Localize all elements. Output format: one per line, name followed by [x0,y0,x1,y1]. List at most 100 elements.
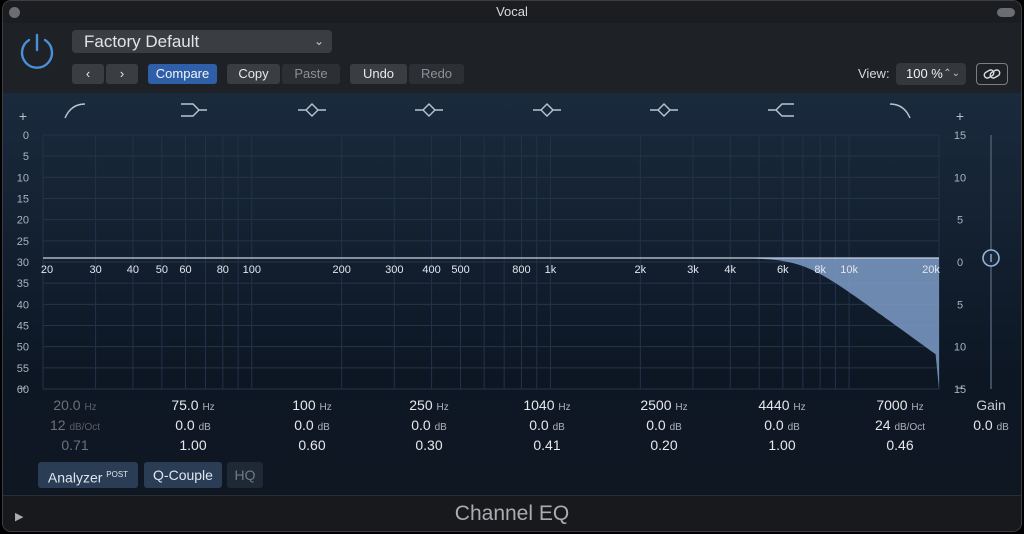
band-q-field[interactable]: 1.00 [138,435,248,455]
band-frequency-field-unit: Hz [675,402,688,413]
copy-button[interactable]: Copy [227,64,280,84]
q-couple-button[interactable]: Q-Couple [144,462,222,488]
high-cut-icon[interactable] [889,103,911,119]
band-gain-field-unit: dB/Oct [69,422,101,433]
view-zoom-value: 100 % [906,66,943,81]
band-frequency-field[interactable]: 75.0 Hz [138,395,248,415]
bell-icon[interactable] [415,103,443,117]
band-2-params: 75.0 Hz 0.0 dB 1.00 [138,395,248,455]
preset-name: Factory Default [84,32,200,51]
band-frequency-field[interactable]: 250 Hz [374,395,484,415]
band-frequency-field-value: 75.0 [171,397,199,413]
frequency-label: 10k [840,264,858,276]
band-gain-field-value: 0.0 [294,417,314,433]
band-frequency-field-unit: Hz [436,402,449,413]
link-button[interactable] [976,63,1008,85]
zoom-out-left-icon[interactable]: − [19,381,26,395]
plugin-window: Vocal Factory Default ⌄ ‹ › Compare Copy… [2,0,1022,532]
link-icon [983,69,1001,79]
band-gain-field[interactable]: 0.0 dB [492,415,602,435]
band-gain-field[interactable]: 0.0 dB [609,415,719,435]
db-scale-label-left: 25 [17,236,29,248]
band-frequency-field[interactable]: 100 Hz [257,395,367,415]
db-scale-label-left: 0 [23,130,29,142]
band-gain-field[interactable]: 0.0 dB [727,415,837,435]
band-frequency-field-value: 20.0 [53,397,81,413]
db-scale-label-left: 50 [17,342,29,354]
gain-value-field[interactable]: 0.0 dB [936,415,1021,435]
window-control-pill-icon[interactable] [997,8,1015,17]
band-gain-field[interactable]: 0.0 dB [138,415,248,435]
db-scale-label-left: 55 [17,363,29,375]
zoom-out-right-icon[interactable]: − [956,381,963,395]
eq-main-area: 0 5 10 15 20 25 30 35 40 45 50 55 60 15 10 5 0 5 10 15 20 30 4… [3,93,1021,495]
band-gain-field[interactable]: 12 dB/Oct [20,415,130,435]
zoom-in-right-icon[interactable]: + [956,108,964,124]
band-gain-field-unit: dB/Oct [894,422,926,433]
band-frequency-field[interactable]: 4440 Hz [727,395,837,415]
band-gain-field-value: 0.0 [411,417,431,433]
low-cut-icon[interactable] [64,103,86,119]
frequency-label: 100 [243,264,261,276]
db-scale-label-left: 35 [17,278,29,290]
plugin-header: Factory Default ⌄ ‹ › Compare Copy Paste… [3,23,1021,93]
band-gain-field[interactable]: 0.0 dB [374,415,484,435]
view-zoom-select[interactable]: 100 % ⌃⌄ [896,63,966,85]
undo-button[interactable]: Undo [350,64,407,84]
band-gain-field-unit: dB [787,422,800,433]
compare-button[interactable]: Compare [148,64,217,84]
analyzer-button[interactable]: Analyzer POST [38,462,138,488]
redo-button[interactable]: Redo [409,64,464,84]
band-gain-field-unit: dB [198,422,211,433]
db-scale-label-left: 10 [17,172,29,184]
band-q-field[interactable]: 1.00 [727,435,837,455]
band-frequency-field-unit: Hz [202,402,215,413]
paste-button[interactable]: Paste [282,64,340,84]
band-q-field[interactable]: 0.46 [845,435,955,455]
band-q-field[interactable]: 0.71 [20,435,130,455]
band-6-params: 2500 Hz 0.0 dB 0.20 [609,395,719,455]
band-q-field[interactable]: 0.60 [257,435,367,455]
band-gain-field-unit: dB [317,422,330,433]
chevron-left-icon: ‹ [85,66,91,81]
band-q-field[interactable]: 0.41 [492,435,602,455]
preset-dropdown[interactable]: Factory Default ⌄ [72,30,332,53]
bell-icon[interactable] [650,103,678,117]
band-q-field-value: 1.00 [179,437,207,453]
bell-icon[interactable] [298,103,326,117]
band-frequency-field-unit: Hz [558,402,571,413]
gain-scale-label-right: 10 [954,172,966,184]
band-q-field[interactable]: 0.30 [374,435,484,455]
analyzer-post-label: POST [106,470,129,479]
frequency-label: 500 [451,264,469,276]
hq-button[interactable]: HQ [227,462,263,488]
band-frequency-field[interactable]: 1040 Hz [492,395,602,415]
frequency-label: 30 [89,264,101,276]
band-frequency-field-value: 2500 [640,397,672,413]
band-frequency-field-value: 7000 [876,397,908,413]
power-icon[interactable] [17,31,57,71]
band-frequency-field[interactable]: 20.0 Hz [20,395,130,415]
next-preset-button[interactable]: › [106,64,138,84]
band-frequency-field[interactable]: 2500 Hz [609,395,719,415]
frequency-label: 60 [179,264,191,276]
close-dot-icon[interactable] [9,7,20,18]
frequency-label: 8k [814,264,826,276]
previous-preset-button[interactable]: ‹ [72,64,104,84]
updown-chevron-icon: ⌃⌄ [943,68,960,79]
bell-icon[interactable] [533,103,561,117]
gain-scale-label-right: 5 [957,299,963,311]
low-shelf-icon[interactable] [181,103,207,117]
band-gain-field[interactable]: 0.0 dB [257,415,367,435]
frequency-label: 1k [545,264,557,276]
band-q-field[interactable]: 0.20 [609,435,719,455]
band-frequency-field-value: 4440 [758,397,790,413]
band-3-params: 100 Hz 0.0 dB 0.60 [257,395,367,455]
high-shelf-icon[interactable] [768,103,794,117]
band-gain-field-unit: dB [434,422,447,433]
band-gain-field-value: 24 [874,417,891,433]
zoom-in-left-icon[interactable]: + [19,108,27,124]
gain-scale-label-right: 10 [954,342,966,354]
frequency-label: 80 [217,264,229,276]
band-gain-field-unit: dB [552,422,565,433]
